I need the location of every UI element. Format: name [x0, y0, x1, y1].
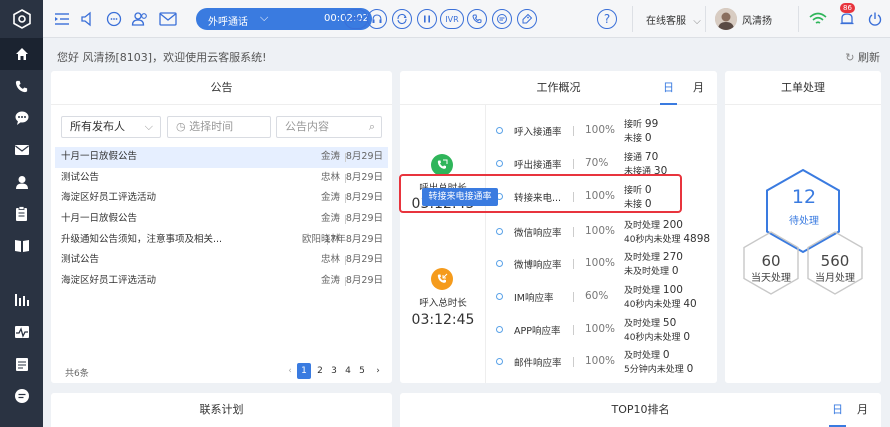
announcements-title: 公告 [51, 71, 392, 105]
time-picker[interactable]: ◷ 选择时间 [167, 116, 271, 138]
list-item[interactable]: 海淀区好员工评选活动 金涛 8月29日 [55, 188, 388, 209]
metric-row[interactable]: IM响应率 60% 及时处理 100 40秒内未处理 40 [488, 281, 703, 313]
chevron-down-icon: ⌵ [260, 11, 269, 24]
speaker-icon[interactable] [78, 9, 98, 29]
list-item[interactable]: 海淀区好员工评选活动 金涛 8月29日 [55, 271, 388, 292]
announcement-list: 十月一日放假公告 金涛 8月29日 测试公告 忠林 8月29日 海淀区好员工评选活动 金涛… [55, 147, 388, 292]
help-icon[interactable]: ? [597, 9, 617, 29]
chevron-down-icon: ⌵ [693, 16, 701, 27]
monitor-icon[interactable] [0, 316, 43, 348]
agent-status-label: 在线客服 [646, 16, 686, 27]
metric-row[interactable]: 微博响应率 100% 及时处理 270 未及时处理 0 [488, 248, 703, 280]
consult-button[interactable] [467, 9, 487, 29]
page-5[interactable]: 5 [355, 363, 369, 379]
chevron-down-icon: ⌵ [144, 120, 153, 133]
tag-button[interactable] [517, 9, 537, 29]
prev-page-icon[interactable]: ‹ [283, 363, 297, 379]
top10-tab-month[interactable]: 月 [857, 393, 868, 427]
top-toolbar: 外呼通话 ⌵ 00:02:02 IVR ? 在线客服 ⌵ 风清扬 86 [43, 0, 890, 38]
chat-bubble-icon[interactable] [104, 9, 124, 29]
outbound-call-icon [431, 154, 453, 176]
month-label: 当月处理 [815, 273, 855, 284]
hangup-button[interactable] [344, 9, 368, 29]
today-label: 当天处理 [751, 273, 791, 284]
home-icon[interactable] [0, 38, 43, 70]
mail-icon[interactable] [0, 134, 43, 166]
highlight-box [399, 174, 682, 213]
top10-tab-day[interactable]: 日 [829, 393, 846, 427]
chat-icon[interactable] [0, 102, 43, 134]
pending-count: 12 [791, 186, 817, 208]
month-count: 560 [820, 252, 850, 270]
greeting-bar: 您好 风清扬[8103]，欢迎使用云客服系统! ↻ 刷新 [43, 46, 890, 66]
work-overview-card: 工作概况 日 月 呼出总时长 03:12:45 呼入总时长 03:12:45 呼… [400, 71, 717, 383]
list-item[interactable]: 测试公告 忠林 8月29日 [55, 168, 388, 189]
today-count: 60 [761, 252, 781, 270]
bar-chart-icon[interactable] [0, 284, 43, 316]
metric-row[interactable]: APP响应率 100% 及时处理 50 40秒内未处理 0 [488, 314, 703, 346]
list-item[interactable]: 十月一日放假公告 金涛 8月29日 [55, 147, 388, 168]
content-placeholder: 公告内容 [285, 120, 329, 133]
page-2[interactable]: 2 [313, 363, 327, 379]
agent-status-select[interactable]: 在线客服 ⌵ [646, 12, 701, 27]
top10-title: TOP10排名 [611, 403, 670, 416]
message-button[interactable] [492, 9, 512, 29]
publisher-select-value: 所有发布人 [70, 120, 125, 133]
metric-row[interactable]: 邮件响应率 100% 及时处理 0 5分钟内未处理 0 [488, 346, 703, 378]
report-icon[interactable] [0, 348, 43, 380]
contact-plan-card: 联系计划 [51, 393, 392, 427]
search-icon: ⌕ [368, 120, 375, 133]
announcements-card: 公告 所有发布人 ⌵ ◷ 选择时间 公告内容 ⌕ 十月一日放假公告 金涛 8月29日… [51, 71, 392, 383]
email-icon[interactable] [158, 9, 178, 29]
page-4[interactable]: 4 [341, 363, 355, 379]
tickets-card: 工单处理 [725, 71, 881, 383]
refresh-icon: ↻ [845, 51, 855, 64]
metric-row[interactable]: 微信响应率 100% 及时处理 200 40秒内未处理 4898 [488, 216, 710, 248]
notification-badge: 86 [840, 3, 855, 13]
next-page-icon[interactable]: › [371, 363, 385, 379]
clipboard-icon[interactable] [0, 198, 43, 230]
list-item[interactable]: 升级通知公告须知，注意事项及相关... 欧阳晓林 17年8月29日 [55, 230, 388, 251]
inbound-duration-value: 03:12:45 [411, 312, 475, 328]
clock-icon: ◷ [176, 120, 186, 133]
call-mode: 外呼通话 [208, 17, 248, 28]
list-item[interactable]: 测试公告 忠林 8月29日 [55, 250, 388, 271]
tab-day[interactable]: 日 [660, 71, 677, 105]
page-1[interactable]: 1 [297, 363, 311, 379]
contact-plan-title: 联系计划 [199, 403, 244, 416]
transfer-button[interactable] [392, 9, 412, 29]
inbound-call-icon [431, 268, 453, 290]
power-icon[interactable] [865, 9, 885, 29]
time-placeholder: 选择时间 [189, 120, 234, 133]
avatar[interactable] [715, 8, 737, 30]
user-name[interactable]: 风清扬 [742, 12, 772, 27]
book-icon[interactable] [0, 230, 43, 262]
welcome-text: 您好 风清扬[8103]，欢迎使用云客服系统! [57, 51, 267, 64]
contacts-icon[interactable] [130, 9, 150, 29]
refresh-label: 刷新 [858, 51, 880, 64]
user-icon[interactable] [0, 166, 43, 198]
phone-icon[interactable] [0, 70, 43, 102]
total-count: 共6条 [65, 369, 89, 379]
inbound-duration-label: 呼入总时长 [419, 298, 467, 309]
wifi-icon [808, 9, 828, 29]
top10-card: TOP10排名 日 月 [400, 393, 881, 427]
page-3[interactable]: 3 [327, 363, 341, 379]
message-icon[interactable] [0, 380, 43, 412]
tab-month[interactable]: 月 [693, 71, 704, 105]
tickets-title: 工单处理 [725, 71, 881, 105]
publisher-select[interactable]: 所有发布人 ⌵ [61, 116, 161, 138]
metric-row[interactable]: 呼入接通率 100% 接听 99 未接 0 [488, 115, 703, 147]
refresh-button[interactable]: ↻ 刷新 [845, 49, 880, 65]
content-search-input[interactable]: 公告内容 ⌕ [276, 116, 382, 138]
list-item[interactable]: 十月一日放假公告 金涛 8月29日 [55, 209, 388, 230]
pause-button[interactable] [417, 9, 437, 29]
headset-button[interactable] [367, 9, 387, 29]
app-logo-icon [0, 0, 43, 38]
pending-label: 待处理 [789, 216, 819, 227]
ivr-button[interactable]: IVR [440, 9, 464, 29]
menu-collapse-icon[interactable] [52, 9, 72, 29]
sidebar [0, 0, 43, 427]
